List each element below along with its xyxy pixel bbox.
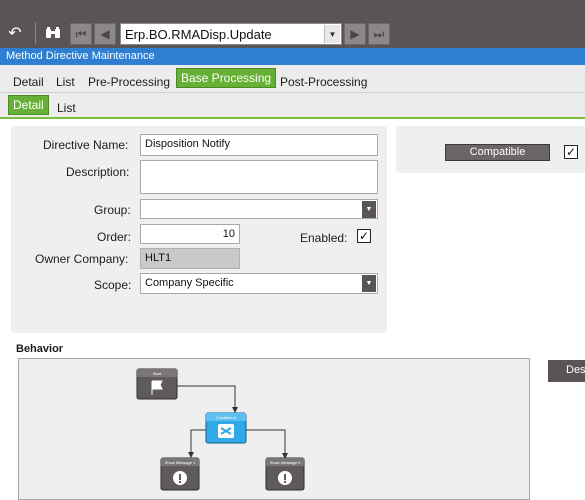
show-message-0-label: Show Message 0: [270, 460, 301, 465]
start-node[interactable]: Start: [136, 368, 178, 400]
subtab-detail[interactable]: Detail: [8, 95, 49, 115]
enabled-label: Enabled:: [300, 231, 348, 245]
scope-value: Company Specific: [145, 277, 234, 289]
compatible-checkbox[interactable]: ✓: [564, 145, 578, 159]
designer-button[interactable]: Des: [548, 360, 585, 382]
toolbar-separator: [35, 22, 36, 44]
behavior-title: Behavior: [16, 343, 64, 355]
show-message-node-0[interactable]: Show Message 0: [265, 457, 305, 491]
chevron-down-icon[interactable]: ▼: [324, 25, 340, 43]
directive-selector[interactable]: Erp.BO.RMADisp.Update ▼: [120, 23, 342, 45]
group-dropdown[interactable]: ▼: [140, 199, 378, 219]
sub-tab-bar: Detail List: [0, 93, 585, 119]
chevron-down-icon[interactable]: ▼: [362, 201, 376, 218]
binoculars-icon[interactable]: [42, 22, 64, 44]
tab-detail[interactable]: Detail: [13, 75, 44, 89]
show-message-node-1[interactable]: Show Message 1: [160, 457, 200, 491]
order-label: Order:: [97, 230, 132, 244]
next-record-icon[interactable]: ▶: [344, 23, 366, 45]
tab-base-processing[interactable]: Base Processing: [176, 68, 277, 88]
owner-company-field: HLT1: [140, 248, 240, 269]
start-node-label: Start: [153, 371, 162, 376]
tab-pre-processing[interactable]: Pre-Processing: [88, 75, 170, 89]
directive-selector-value: Erp.BO.RMADisp.Update: [125, 27, 272, 42]
toolbar: ↶ ⏮ ◀ Erp.BO.RMADisp.Update ▼ ▶ ⏭: [0, 0, 585, 48]
condition-node[interactable]: Condition 0: [205, 412, 247, 444]
compatible-button[interactable]: Compatible: [445, 144, 550, 161]
main-tab-bar: Detail List Pre-Processing Base Processi…: [0, 65, 585, 93]
tab-post-processing[interactable]: Post-Processing: [280, 75, 367, 89]
directive-name-field[interactable]: Disposition Notify: [140, 134, 378, 156]
tab-list[interactable]: List: [56, 75, 75, 89]
directive-name-label: Directive Name:: [43, 138, 129, 152]
undo-icon[interactable]: ↶: [4, 22, 26, 44]
subtab-list[interactable]: List: [57, 101, 76, 115]
description-label: Description:: [66, 165, 130, 179]
enabled-checkbox[interactable]: ✓: [357, 229, 371, 243]
behavior-canvas[interactable]: Start Condition 0 Show Message 1 Show Me…: [18, 358, 530, 500]
scope-dropdown[interactable]: Company Specific ▼: [140, 273, 378, 294]
first-record-icon[interactable]: ⏮: [70, 23, 92, 45]
condition-node-label: Condition 0: [216, 415, 237, 420]
workflow-diagram: Start Condition 0 Show Message 1 Show Me…: [136, 368, 305, 491]
owner-company-label: Owner Company:: [35, 252, 129, 266]
window-title: Method Directive Maintenance: [0, 48, 585, 65]
show-message-1-label: Show Message 1: [165, 460, 196, 465]
group-label: Group:: [94, 203, 131, 217]
last-record-icon[interactable]: ⏭: [368, 23, 390, 45]
order-field[interactable]: 10: [140, 224, 240, 244]
previous-record-icon[interactable]: ◀: [94, 23, 116, 45]
scope-label: Scope:: [94, 278, 132, 292]
description-field[interactable]: [140, 160, 378, 194]
chevron-down-icon[interactable]: ▼: [362, 275, 376, 292]
